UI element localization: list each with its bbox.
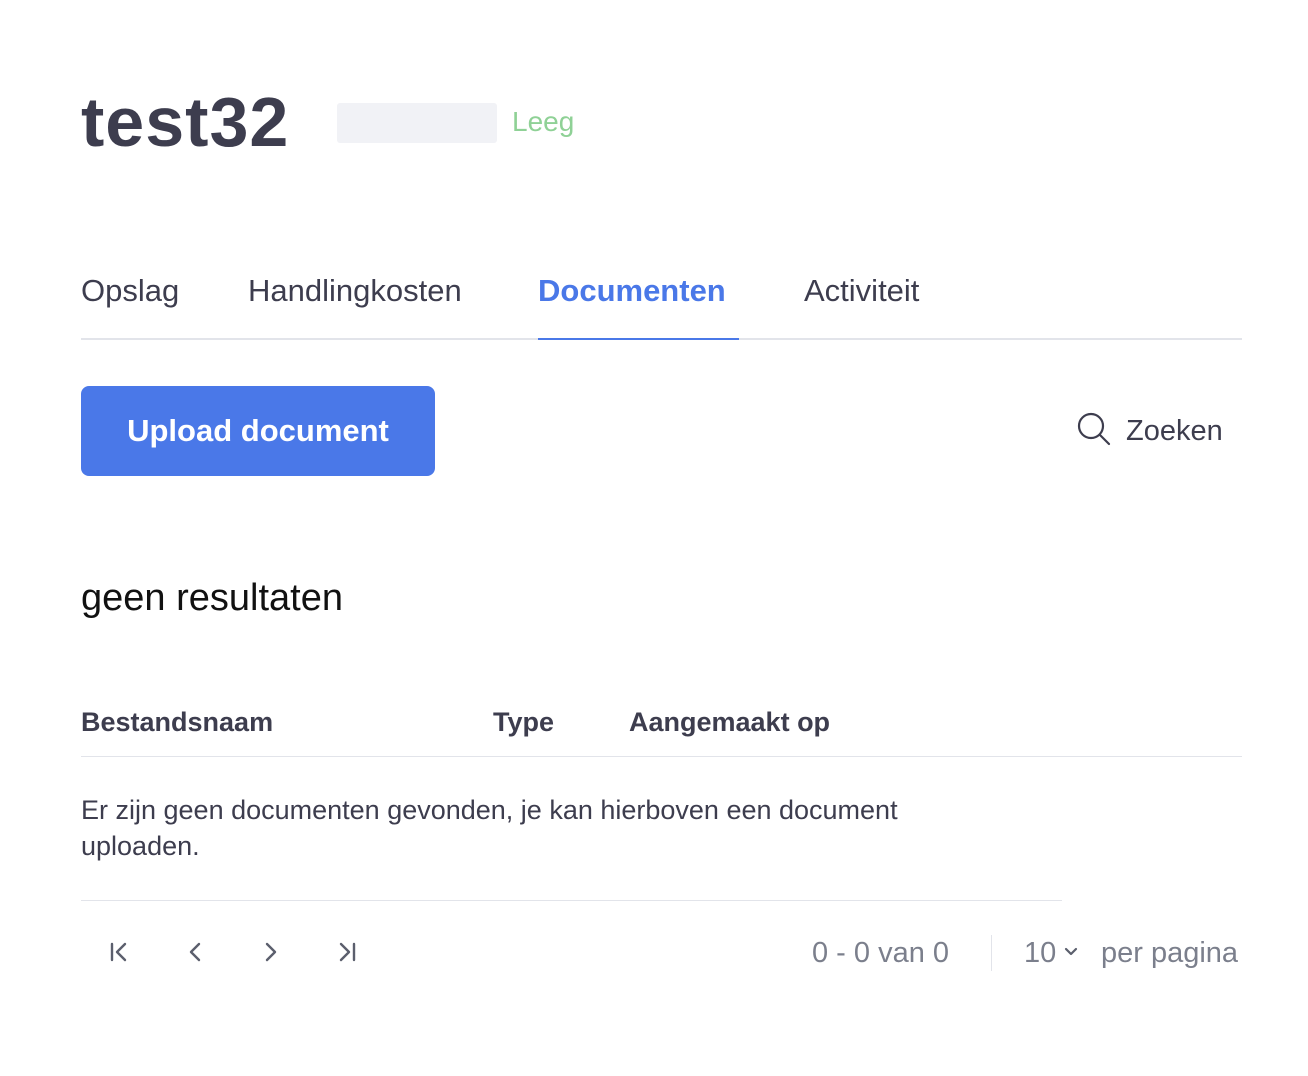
tab-handlingkosten[interactable]: Handlingkosten <box>248 272 462 310</box>
page-title: test32 <box>81 83 290 161</box>
pagination-range: 0 - 0 van 0 <box>812 937 950 969</box>
per-page-value: 10 <box>1024 937 1057 969</box>
column-header-bestandsnaam[interactable]: Bestandsnaam <box>81 704 273 740</box>
results-heading: geen resultaten <box>81 577 343 619</box>
previous-page-icon <box>181 938 209 971</box>
title-placeholder <box>337 103 497 143</box>
upload-document-button[interactable]: Upload document <box>81 386 435 476</box>
per-page-label: per pagina <box>1101 937 1239 969</box>
next-page-icon <box>257 938 285 971</box>
divider <box>81 900 1062 901</box>
last-page-icon <box>333 938 361 971</box>
column-header-type[interactable]: Type <box>493 704 554 740</box>
active-tab-indicator <box>538 338 739 340</box>
status-badge: Leeg <box>512 106 575 137</box>
search-button[interactable]: Zoeken <box>1076 410 1223 452</box>
tab-activiteit[interactable]: Activiteit <box>804 272 919 310</box>
tab-opslag[interactable]: Opslag <box>81 272 179 310</box>
pagination-separator <box>991 935 992 971</box>
first-page-icon <box>105 938 133 971</box>
next-page-button[interactable] <box>251 934 291 974</box>
column-header-aangemaakt-op[interactable]: Aangemaakt op <box>629 704 830 740</box>
tab-documenten[interactable]: Documenten <box>538 272 726 310</box>
first-page-button[interactable] <box>99 934 139 974</box>
search-label: Zoeken <box>1126 414 1223 447</box>
table-header: Bestandsnaam Type Aangemaakt op <box>81 700 1242 757</box>
previous-page-button[interactable] <box>175 934 215 974</box>
per-page-select[interactable]: 10 <box>1024 934 1080 972</box>
last-page-button[interactable] <box>327 934 367 974</box>
document-page: test32 Leeg Opslag Handlingkosten Docume… <box>0 0 1308 1076</box>
empty-state-message: Er zijn geen documenten gevonden, je kan… <box>81 795 898 861</box>
search-icon <box>1076 411 1112 452</box>
tab-bar: Opslag Handlingkosten Documenten Activit… <box>81 262 1242 340</box>
chevron-down-icon <box>1056 942 1080 965</box>
